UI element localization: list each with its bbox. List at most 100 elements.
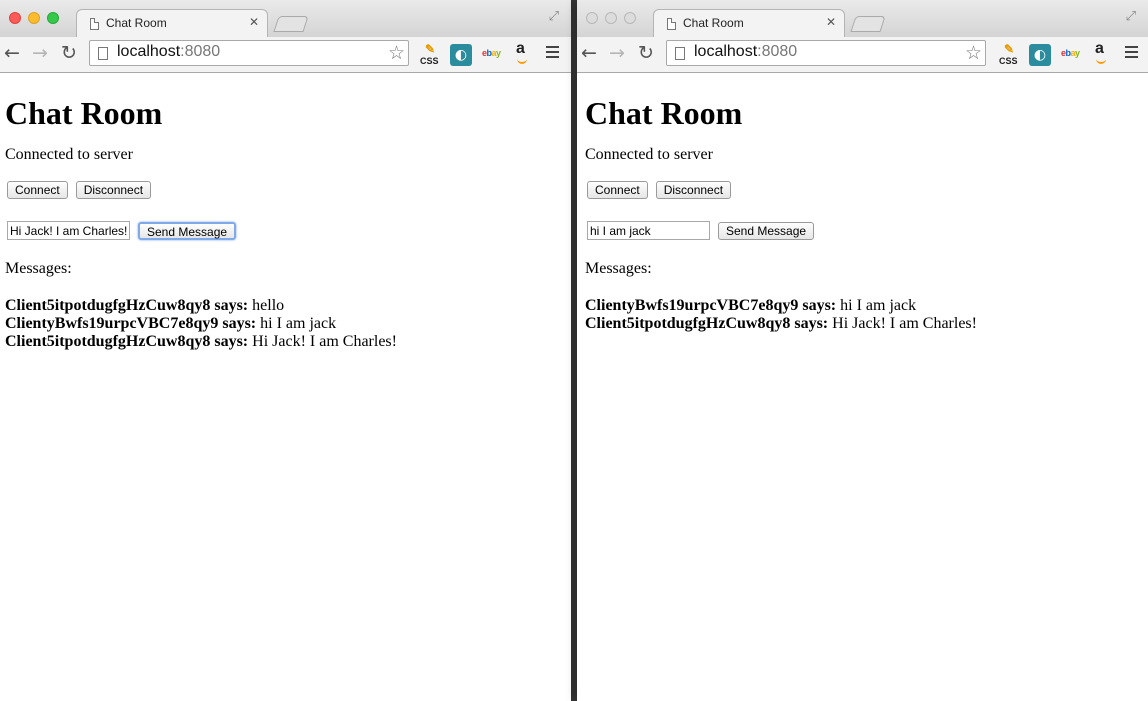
ebay-extension-icon[interactable]: ebay: [1061, 48, 1083, 70]
tab-close-icon[interactable]: ✕: [826, 15, 836, 29]
page-title: Chat Room: [585, 95, 743, 131]
bookmark-star-icon[interactable]: ☆: [965, 42, 982, 64]
message-compose: Send Message: [5, 221, 566, 240]
connection-status: Connected to server: [5, 146, 133, 163]
url-port: :8080: [180, 43, 221, 60]
page-icon: [667, 18, 676, 30]
message-sender: Client5itpotdugfgHzCuw8qy8 says:: [585, 315, 829, 332]
message-item: Client5itpotdugfgHzCuw8qy8 says: Hi Jack…: [585, 315, 1143, 333]
ebay-letter: y: [496, 48, 501, 58]
message-text: Hi Jack! I am Charles!: [828, 315, 977, 332]
address-bar[interactable]: localhost:8080 ☆: [666, 40, 986, 66]
css-extension-icon[interactable]: ✎ CSS: [418, 42, 440, 66]
messages-label: Messages:: [5, 260, 72, 277]
ebay-extension-icon[interactable]: ebay: [482, 48, 504, 70]
address-bar[interactable]: localhost:8080 ☆: [89, 40, 409, 66]
message-list: Client5itpotdugfgHzCuw8qy8 says: hello C…: [5, 297, 566, 351]
window-controls: [9, 12, 59, 24]
browser-window-right: Chat Room ✕ ⤢ ← → ↻ localhost:8080 ☆ ✎ C…: [577, 0, 1148, 701]
connection-controls: Connect Disconnect: [5, 181, 566, 199]
bookmark-star-icon[interactable]: ☆: [388, 42, 405, 64]
amazon-smile-icon: [1096, 59, 1106, 64]
connection-status: Connected to server: [585, 146, 713, 163]
url-host: localhost: [694, 43, 758, 60]
menu-icon[interactable]: [546, 46, 559, 61]
minimize-window-button[interactable]: [28, 12, 40, 24]
message-sender: Client5itpotdugfgHzCuw8qy8 says:: [5, 333, 249, 350]
maximize-window-button[interactable]: [624, 12, 636, 24]
send-message-button[interactable]: Send Message: [718, 221, 815, 240]
page-content: Chat Room Connected to server Connect Di…: [0, 94, 571, 351]
tab-chat-room[interactable]: Chat Room ✕: [76, 9, 268, 37]
page-icon: [675, 47, 685, 60]
url-text: localhost:8080: [694, 43, 797, 61]
message-text: hi I am jack: [256, 315, 337, 332]
window-controls: [586, 12, 636, 24]
message-sender: ClientyBwfs19urpcVBC7e8qy9 says:: [5, 315, 257, 332]
amazon-smile-icon: [517, 59, 527, 64]
message-input[interactable]: [587, 221, 710, 240]
css-extension-label: CSS: [420, 56, 439, 66]
fullscreen-icon[interactable]: ⤢: [549, 9, 559, 24]
ebay-letter: y: [1075, 48, 1080, 58]
title-bar: Chat Room ✕ ⤢: [0, 0, 571, 37]
message-item: Client5itpotdugfgHzCuw8qy8 says: Hi Jack…: [5, 333, 566, 351]
pencil-icon: ✎: [425, 42, 436, 56]
page-icon: [90, 18, 99, 30]
new-tab-button[interactable]: [273, 16, 309, 32]
tab-chat-room[interactable]: Chat Room ✕: [653, 9, 845, 37]
pencil-icon: ✎: [1004, 42, 1015, 56]
page-title: Chat Room: [5, 95, 163, 131]
back-arrow-icon[interactable]: ←: [581, 43, 597, 63]
connect-button[interactable]: Connect: [587, 181, 648, 199]
browser-toolbar: ← → ↻ localhost:8080 ☆ ✎ CSS ◐ ebay a: [577, 37, 1148, 73]
tab-title: Chat Room: [106, 16, 167, 30]
connection-controls: Connect Disconnect: [585, 181, 1143, 199]
message-compose: Send Message: [585, 221, 1143, 240]
browser-toolbar: ← → ↻ localhost:8080 ☆ ✎ CSS ◐ ebay a: [0, 37, 571, 73]
connect-button[interactable]: Connect: [7, 181, 68, 199]
amazon-letter: a: [1095, 40, 1104, 57]
reload-icon[interactable]: ↻: [638, 43, 654, 63]
url-text: localhost:8080: [117, 43, 220, 61]
message-text: Hi Jack! I am Charles!: [248, 333, 397, 350]
amazon-letter: a: [516, 40, 525, 57]
browser-window-left: Chat Room ✕ ⤢ ← → ↻ localhost:8080 ☆ ✎ C…: [0, 0, 571, 701]
messages-label: Messages:: [585, 260, 652, 277]
wave-extension-icon[interactable]: ◐: [1029, 44, 1051, 66]
page-icon: [98, 47, 108, 60]
css-extension-icon[interactable]: ✎ CSS: [997, 42, 1019, 66]
wave-extension-icon[interactable]: ◐: [450, 44, 472, 66]
url-port: :8080: [757, 43, 798, 60]
new-tab-button[interactable]: [850, 16, 886, 32]
disconnect-button[interactable]: Disconnect: [75, 181, 152, 199]
message-item: ClientyBwfs19urpcVBC7e8qy9 says: hi I am…: [585, 297, 1143, 315]
amazon-extension-icon[interactable]: a: [516, 40, 538, 64]
message-sender: Client5itpotdugfgHzCuw8qy8 says:: [5, 297, 249, 314]
message-list: ClientyBwfs19urpcVBC7e8qy9 says: hi I am…: [585, 297, 1143, 333]
fullscreen-icon[interactable]: ⤢: [1126, 9, 1136, 24]
page-content: Chat Room Connected to server Connect Di…: [577, 94, 1148, 333]
url-host: localhost: [117, 43, 181, 60]
close-window-button[interactable]: [586, 12, 598, 24]
amazon-extension-icon[interactable]: a: [1095, 40, 1117, 64]
send-message-button[interactable]: Send Message: [138, 221, 237, 240]
forward-arrow-icon[interactable]: →: [32, 43, 48, 63]
message-text: hello: [248, 297, 285, 314]
message-item: ClientyBwfs19urpcVBC7e8qy9 says: hi I am…: [5, 315, 566, 333]
tab-close-icon[interactable]: ✕: [249, 15, 259, 29]
menu-icon[interactable]: [1125, 46, 1138, 61]
forward-arrow-icon[interactable]: →: [609, 43, 625, 63]
message-input[interactable]: [7, 221, 130, 240]
tab-title: Chat Room: [683, 16, 744, 30]
title-bar: Chat Room ✕ ⤢: [577, 0, 1148, 37]
disconnect-button[interactable]: Disconnect: [655, 181, 732, 199]
minimize-window-button[interactable]: [605, 12, 617, 24]
close-window-button[interactable]: [9, 12, 21, 24]
maximize-window-button[interactable]: [47, 12, 59, 24]
message-item: Client5itpotdugfgHzCuw8qy8 says: hello: [5, 297, 566, 315]
back-arrow-icon[interactable]: ←: [4, 43, 20, 63]
message-text: hi I am jack: [836, 297, 917, 314]
reload-icon[interactable]: ↻: [61, 43, 77, 63]
css-extension-label: CSS: [999, 56, 1018, 66]
